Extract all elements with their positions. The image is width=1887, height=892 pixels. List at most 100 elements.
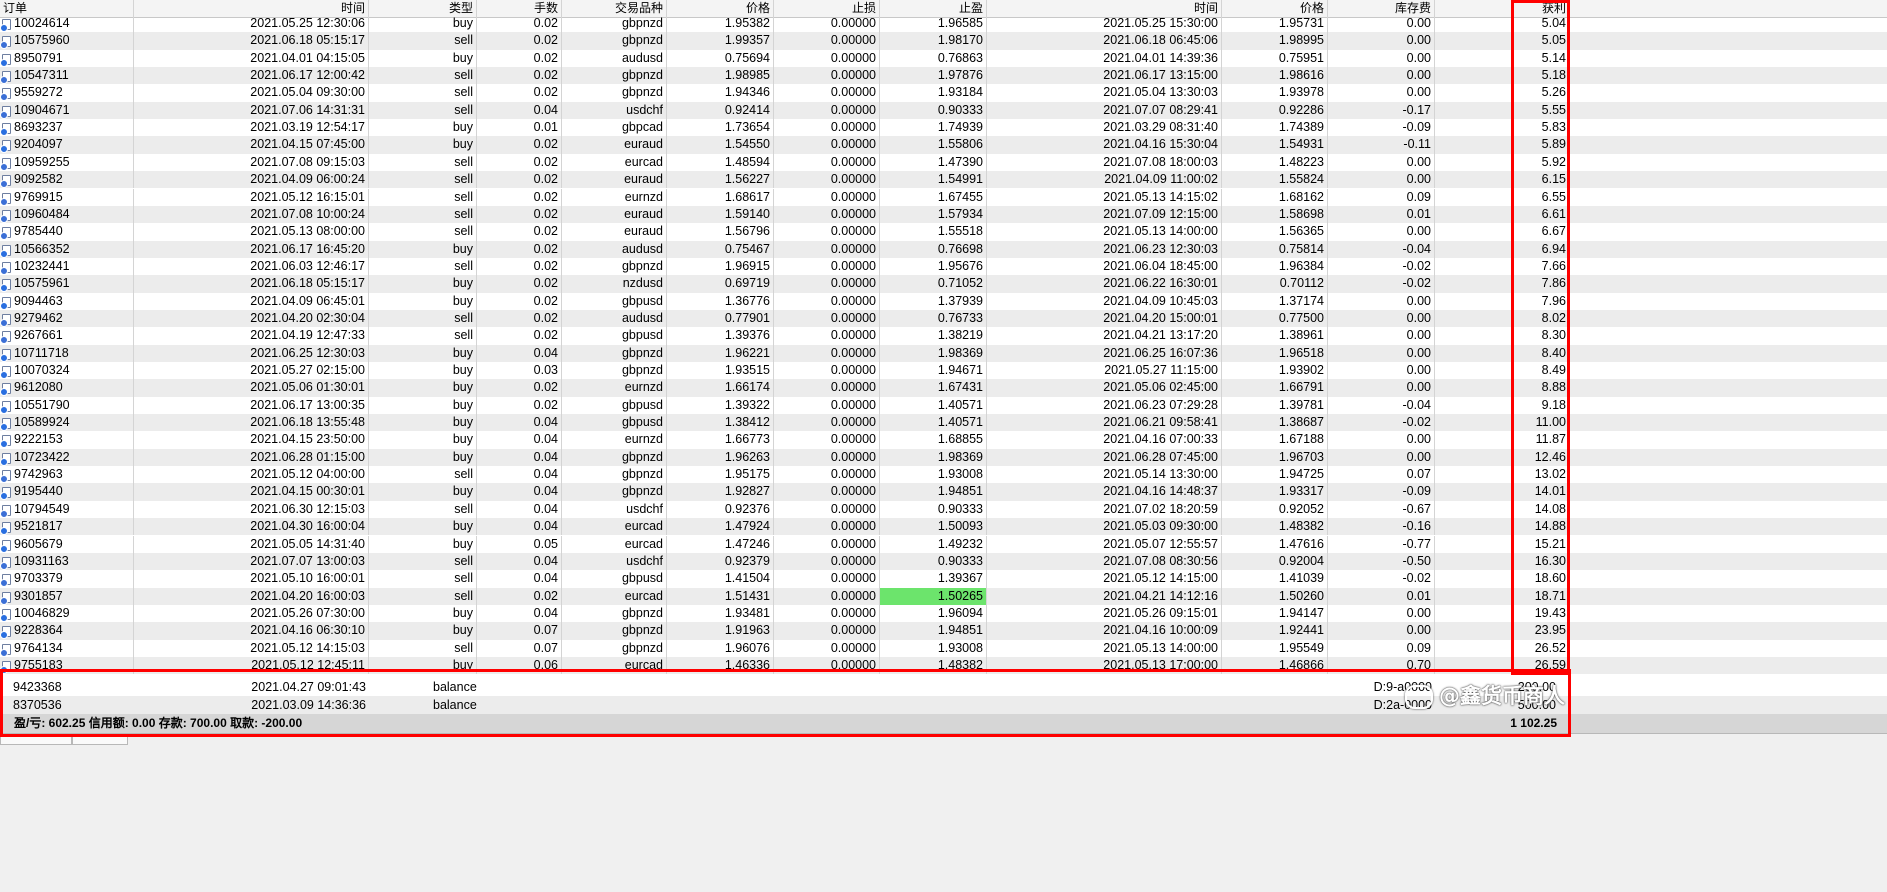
table-row[interactable]: 10960484 2021.07.08 10:00:24 sell 0.02 eurau… bbox=[0, 205, 1887, 224]
cell-ticket: 10794549 bbox=[0, 500, 134, 519]
table-row[interactable]: 10931163 2021.07.07 13:00:03 sell 0.04 usdch… bbox=[0, 552, 1887, 571]
sell-order-icon bbox=[0, 574, 11, 588]
cell-take-profit: 1.94671 bbox=[880, 362, 987, 380]
table-row[interactable]: 9605679 2021.05.05 14:31:40 buy 0.05 eurcad 1… bbox=[0, 535, 1887, 553]
cell-close-price: 1.95549 bbox=[1222, 639, 1328, 657]
cell-close-price: 1.96518 bbox=[1222, 344, 1328, 362]
table-row[interactable]: 9204097 2021.04.15 07:45:00 buy 0.02 euraud 1… bbox=[0, 136, 1887, 154]
cell-symbol: usdchf bbox=[562, 101, 667, 120]
cell-ticket: 10904671 bbox=[0, 101, 134, 120]
cell-open-price: 0.92414 bbox=[667, 101, 774, 120]
table-row[interactable]: 9559272 2021.05.04 09:30:00 sell 0.02 gbpnzd… bbox=[0, 84, 1887, 102]
cell-ticket: 9559272 bbox=[0, 84, 134, 102]
table-row[interactable]: 10566352 2021.06.17 16:45:20 buy 0.02 audusd… bbox=[0, 240, 1887, 258]
terminal-tab[interactable] bbox=[72, 736, 128, 745]
ticket-number: 10723422 bbox=[14, 449, 70, 464]
ticket-number: 9301857 bbox=[14, 588, 63, 603]
cell-swap: 0.00 bbox=[1328, 309, 1435, 328]
cell-type: buy bbox=[369, 483, 477, 501]
cell-type: sell bbox=[369, 327, 477, 345]
table-row[interactable]: 9764134 2021.05.12 14:15:03 sell 0.07 gbpnzd… bbox=[0, 639, 1887, 657]
table-row[interactable]: 10232441 2021.06.03 12:46:17 sell 0.02 gbpnz… bbox=[0, 257, 1887, 276]
balance-row[interactable]: 9423368 2021.04.27 09:01:43 balance D:9-a00… bbox=[0, 678, 1887, 696]
cell-close-time: 2021.04.16 15:30:04 bbox=[987, 136, 1222, 154]
table-row[interactable]: 10723422 2021.06.28 01:15:00 buy 0.04 gbpnzd… bbox=[0, 448, 1887, 467]
table-row[interactable]: 9279462 2021.04.20 02:30:04 sell 0.02 audusd… bbox=[0, 309, 1887, 328]
cell-close-time: 2021.04.16 14:48:37 bbox=[987, 483, 1222, 501]
cell-profit: 8.40 bbox=[1435, 344, 1570, 362]
table-row[interactable]: 9195440 2021.04.15 00:30:01 buy 0.04 gbpnzd 1… bbox=[0, 483, 1887, 501]
table-row[interactable]: 10589924 2021.06.18 13:55:48 buy 0.04 gbpusd… bbox=[0, 414, 1887, 432]
cell-type: sell bbox=[369, 188, 477, 206]
cell-swap: 0.00 bbox=[1328, 431, 1435, 449]
balance-row[interactable]: 8370536 2021.03.09 14:36:36 balance D:2a-00… bbox=[0, 696, 1887, 714]
table-row[interactable]: 8950791 2021.04.01 04:15:05 buy 0.02 audusd 0… bbox=[0, 49, 1887, 68]
cell-close-time: 2021.04.01 14:39:36 bbox=[987, 49, 1222, 68]
cell-symbol: eurnzd bbox=[562, 379, 667, 397]
table-row[interactable]: 10959255 2021.07.08 09:15:03 sell 0.02 eurca… bbox=[0, 153, 1887, 172]
cell-take-profit: 1.94851 bbox=[880, 483, 987, 501]
table-row[interactable]: 8693237 2021.03.19 12:54:17 buy 0.01 gbpcad 1… bbox=[0, 119, 1887, 137]
table-row[interactable]: 10794549 2021.06.30 12:15:03 sell 0.04 usdch… bbox=[0, 500, 1887, 519]
table-row[interactable]: 10575961 2021.06.18 05:15:17 buy 0.02 nzdusd… bbox=[0, 275, 1887, 293]
cell-ticket: 8693237 bbox=[0, 119, 134, 137]
table-row[interactable]: 9742963 2021.05.12 04:00:00 sell 0.04 gbpnzd… bbox=[0, 466, 1887, 484]
cell-open-price: 1.59140 bbox=[667, 205, 774, 224]
cell-close-time: 2021.05.13 17:00:00 bbox=[987, 656, 1222, 675]
ticket-number: 9094463 bbox=[14, 293, 63, 308]
table-row[interactable]: 9267661 2021.04.19 12:47:33 sell 0.02 gbpusd… bbox=[0, 327, 1887, 345]
table-row[interactable]: 10046829 2021.05.26 07:30:00 buy 0.04 gbpnzd… bbox=[0, 604, 1887, 623]
watermark: @鑫货币商人 bbox=[1405, 680, 1565, 710]
table-row[interactable]: 10904671 2021.07.06 14:31:31 sell 0.04 usdch… bbox=[0, 101, 1887, 120]
table-row[interactable]: 10547311 2021.06.17 12:00:42 sell 0.02 gbpnz… bbox=[0, 67, 1887, 85]
table-row[interactable]: 9222153 2021.04.15 23:50:00 buy 0.04 eurnzd 1… bbox=[0, 431, 1887, 449]
cell-take-profit: 1.54991 bbox=[880, 171, 987, 189]
cell-open-time: 2021.06.30 12:15:03 bbox=[134, 500, 369, 519]
cell-take-profit: 1.40571 bbox=[880, 414, 987, 432]
cell-ticket: 10589924 bbox=[0, 414, 134, 432]
buy-order-icon bbox=[0, 244, 11, 258]
cell-swap: 0.00 bbox=[1328, 153, 1435, 172]
table-row[interactable]: 10070324 2021.05.27 02:15:00 buy 0.03 gbpnzd… bbox=[0, 362, 1887, 380]
cell-lots: 0.04 bbox=[477, 448, 562, 467]
cell-lots: 0.02 bbox=[477, 379, 562, 397]
cell-take-profit: 1.98170 bbox=[880, 32, 987, 50]
table-row[interactable]: 9612080 2021.05.06 01:30:01 buy 0.02 eurnzd 1… bbox=[0, 379, 1887, 397]
cell-stop-loss: 0.00000 bbox=[774, 344, 880, 362]
table-row[interactable]: 9785440 2021.05.13 08:00:00 sell 0.02 euraud… bbox=[0, 223, 1887, 241]
cell-ticket: 10566352 bbox=[0, 240, 134, 258]
cell-close-time: 2021.06.22 16:30:01 bbox=[987, 275, 1222, 293]
cell-take-profit: 1.47390 bbox=[880, 153, 987, 172]
cell-take-profit: 1.93008 bbox=[880, 466, 987, 484]
cell-ticket: 9092582 bbox=[0, 171, 134, 189]
table-row[interactable]: 10551790 2021.06.17 13:00:35 buy 0.02 gbpusd… bbox=[0, 396, 1887, 415]
cell-close-price: 1.95731 bbox=[1222, 15, 1328, 33]
cell-stop-loss: 0.00000 bbox=[774, 101, 880, 120]
cell-symbol: gbpnzd bbox=[562, 362, 667, 380]
table-row[interactable]: 9301857 2021.04.20 16:00:03 sell 0.02 eurcad… bbox=[0, 587, 1887, 605]
cell-symbol: gbpnzd bbox=[562, 483, 667, 501]
cell-stop-loss: 0.00000 bbox=[774, 223, 880, 241]
cell-close-time: 2021.06.21 09:58:41 bbox=[987, 414, 1222, 432]
table-row[interactable]: 9521817 2021.04.30 16:00:04 buy 0.04 eurcad 1… bbox=[0, 518, 1887, 536]
cell-symbol: gbpnzd bbox=[562, 639, 667, 657]
cell-type: sell bbox=[369, 101, 477, 120]
cell-open-price: 1.38412 bbox=[667, 414, 774, 432]
cell-close-price: 1.58698 bbox=[1222, 205, 1328, 224]
cell-ticket: 9764134 bbox=[0, 639, 134, 657]
table-row[interactable]: 9094463 2021.04.09 06:45:01 buy 0.02 gbpusd 1… bbox=[0, 292, 1887, 310]
table-row[interactable]: 9769915 2021.05.12 16:15:01 sell 0.02 eurnzd… bbox=[0, 188, 1887, 206]
table-row[interactable]: 10711718 2021.06.25 12:30:03 buy 0.04 gbpnzd… bbox=[0, 344, 1887, 362]
cell-type: buy bbox=[369, 379, 477, 397]
cell-close-time: 2021.05.12 14:15:00 bbox=[987, 570, 1222, 588]
table-row[interactable]: 9755183 2021.05.12 12:45:11 buy 0.06 eurcad 1… bbox=[0, 656, 1887, 675]
terminal-tab[interactable] bbox=[0, 736, 72, 745]
cell-close-time: 2021.05.26 09:15:01 bbox=[987, 604, 1222, 623]
table-row[interactable]: 9228364 2021.04.16 06:30:10 buy 0.07 gbpnzd 1… bbox=[0, 622, 1887, 640]
table-row[interactable]: 10024614 2021.05.25 12:30:06 buy 0.02 gbpnzd… bbox=[0, 15, 1887, 33]
cell-profit: 5.14 bbox=[1435, 49, 1570, 68]
cell-ticket: 10575961 bbox=[0, 275, 134, 293]
table-row[interactable]: 9092582 2021.04.09 06:00:24 sell 0.02 euraud… bbox=[0, 171, 1887, 189]
table-row[interactable]: 10575960 2021.06.18 05:15:17 sell 0.02 gbpnz… bbox=[0, 32, 1887, 50]
table-row[interactable]: 9703379 2021.05.10 16:00:01 sell 0.04 gbpusd… bbox=[0, 570, 1887, 588]
